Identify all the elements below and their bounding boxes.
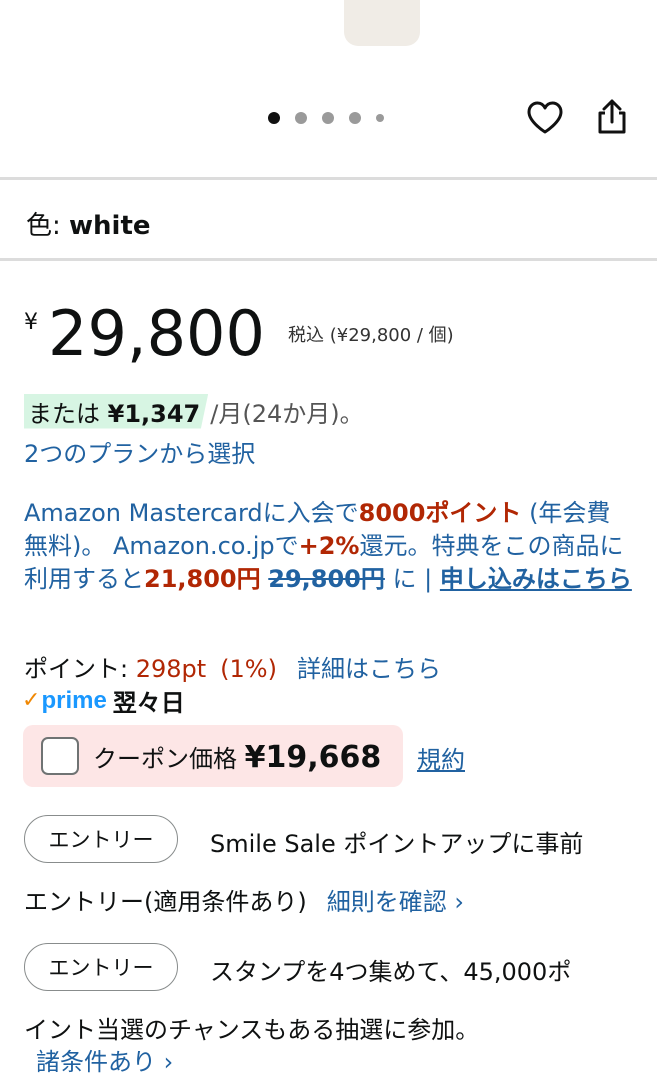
entry-description: スタンプを4つ集めて、45,000ポ: [210, 958, 572, 986]
promo-rate: +2%: [298, 532, 360, 560]
points-details-link[interactable]: 詳細はこちら: [297, 655, 441, 683]
coupon-terms-link[interactable]: 規約: [417, 740, 465, 775]
installment-prefix: または: [28, 399, 100, 428]
entry-description: Smile Sale ポイントアップに事前: [210, 830, 584, 858]
coupon-box: クーポン価格 ¥19,668: [23, 725, 403, 787]
promo-apply-link[interactable]: 申し込みはこちら: [440, 565, 632, 593]
price-amount: 29,800: [48, 297, 265, 370]
entry-description-line2: エントリー(適用条件あり) 細則を確認 ›: [24, 882, 464, 917]
installment-suffix: /月(24か月)。: [210, 399, 364, 428]
prime-logo: prime: [41, 686, 107, 714]
divider: [0, 258, 657, 261]
installment-amount: ¥1,347: [107, 399, 201, 428]
tax-note: 税込 (¥29,800 / 個): [288, 325, 454, 346]
points-label: ポイント:: [24, 655, 136, 683]
promo-text: Amazon Mastercardに入会で: [24, 499, 359, 527]
carousel-dot[interactable]: [322, 112, 334, 124]
carousel-dot-active[interactable]: [268, 112, 280, 124]
coupon-text: クーポン価格 ¥19,668: [93, 739, 381, 775]
delivery-text: 翌々日: [112, 689, 185, 717]
entry-rules-link[interactable]: 細則を確認 ›: [327, 888, 464, 916]
color-value: white: [69, 211, 151, 241]
prime-check-icon: ✓: [22, 688, 41, 713]
entry-description: イント当選のチャンスもある抽選に参加。: [24, 1016, 480, 1044]
promo-discounted-price: 21,800円: [144, 565, 261, 593]
points-percent: (1%): [220, 655, 277, 683]
entry-description: エントリー(適用条件あり): [24, 888, 307, 916]
entry-button[interactable]: エントリー: [24, 815, 178, 863]
entry-button[interactable]: エントリー: [24, 943, 178, 991]
promo-text: に |: [384, 565, 440, 593]
currency-symbol: ¥: [24, 310, 38, 335]
coupon-price: ¥19,668: [244, 740, 382, 775]
installment-highlight: または ¥1,347: [24, 393, 209, 429]
image-carousel-dots: [268, 112, 399, 124]
prime-delivery: ✓ prime 翌々日: [22, 683, 185, 718]
color-label: 色:: [26, 211, 70, 241]
carousel-dot[interactable]: [295, 112, 307, 124]
coupon-checkbox[interactable]: [41, 737, 79, 775]
entry-conditions-link[interactable]: 諸条件あり ›: [36, 1042, 173, 1077]
product-image[interactable]: [344, 0, 420, 46]
coupon-label: クーポン価格: [93, 745, 245, 773]
points-value: 298pt: [135, 655, 207, 683]
divider: [0, 177, 657, 180]
installment-row: または ¥1,347 /月(24か月)。: [24, 393, 364, 429]
heart-icon[interactable]: [526, 100, 564, 136]
promo-points: 8000ポイント: [358, 499, 522, 527]
share-icon[interactable]: [594, 98, 630, 136]
carousel-dot[interactable]: [376, 114, 384, 122]
installment-plans-link[interactable]: 2つのプランから選択: [24, 434, 255, 469]
color-variant-row[interactable]: 色: white: [26, 205, 151, 242]
mastercard-promo: Amazon Mastercardに入会で8000ポイント (年会費無料)。 A…: [24, 497, 634, 596]
promo-original-price: 29,800円: [268, 565, 385, 593]
carousel-dot[interactable]: [349, 112, 361, 124]
points-row: ポイント: 298pt (1%) 詳細はこちら: [24, 649, 441, 684]
